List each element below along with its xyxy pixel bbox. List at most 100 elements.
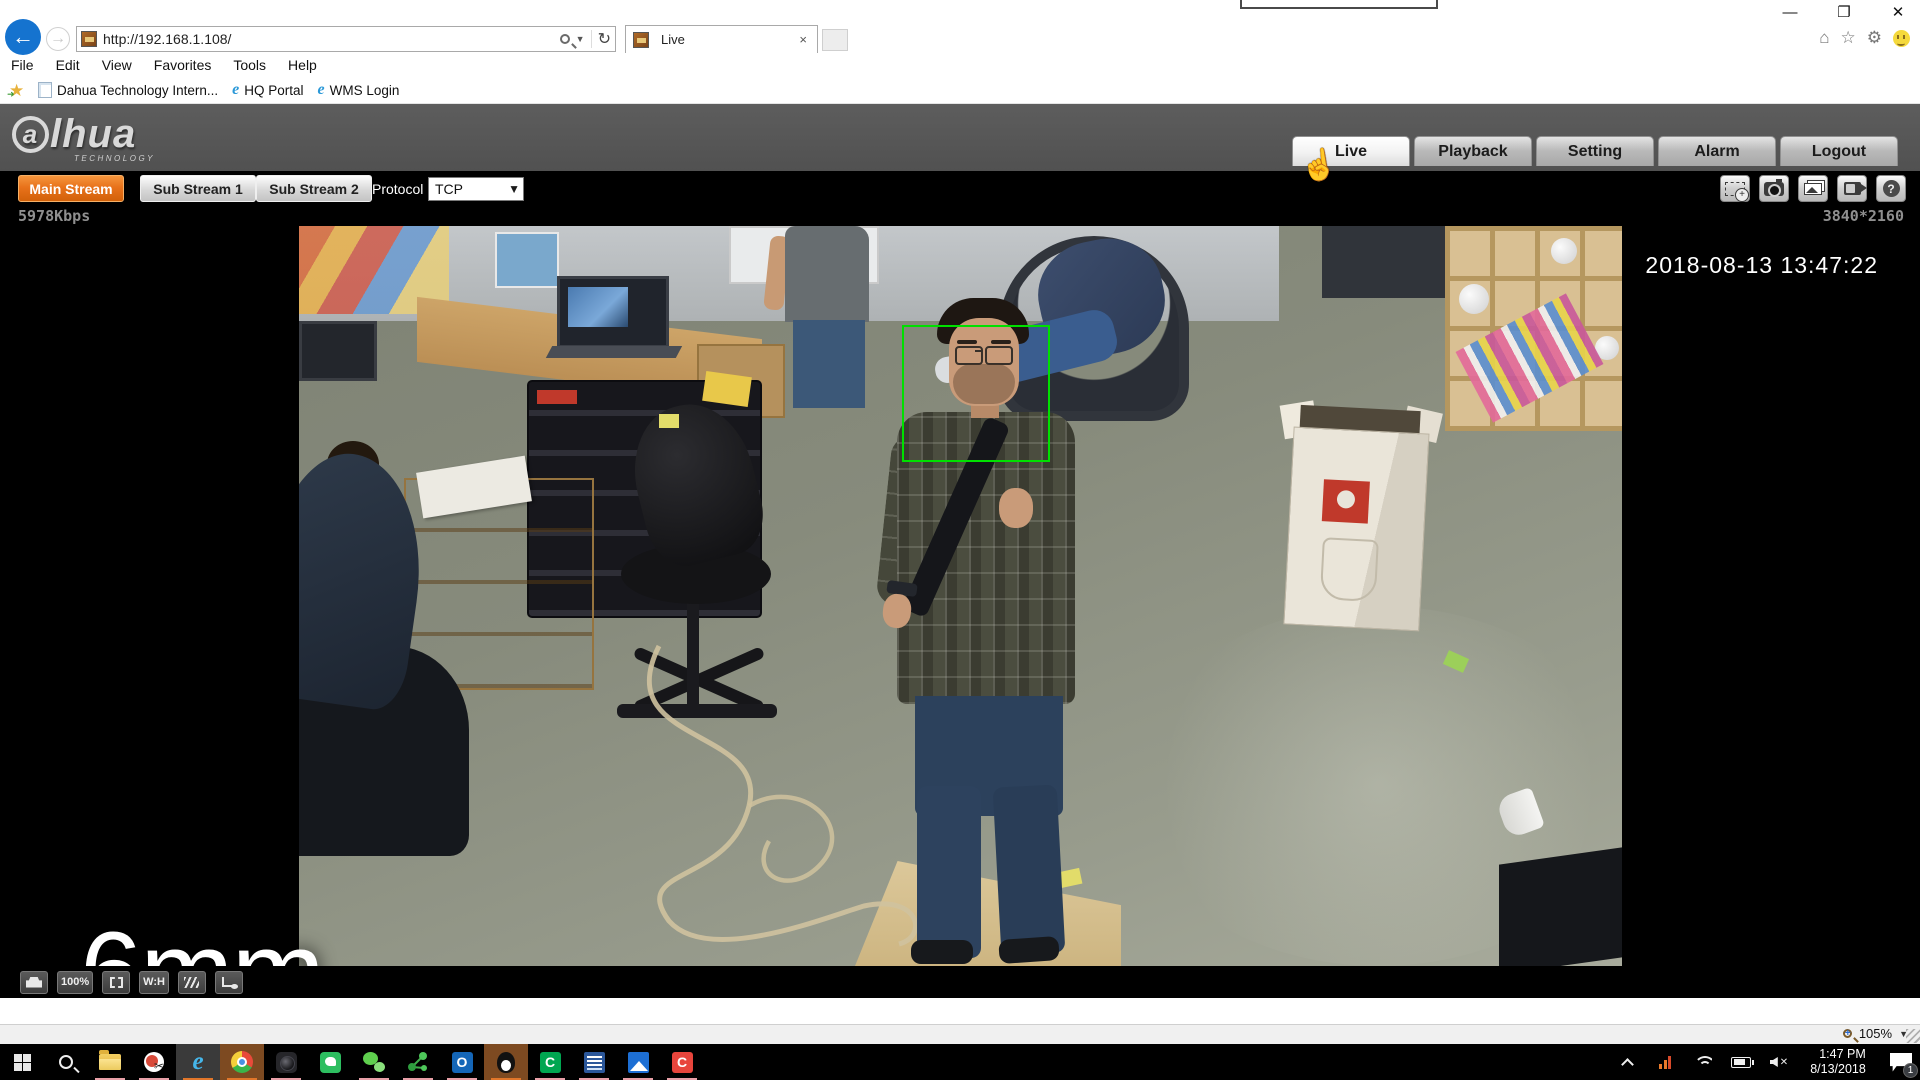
url-text[interactable]: http://192.168.1.108/ <box>103 31 560 47</box>
tab-playback[interactable]: Playback <box>1414 136 1532 166</box>
tab-title: Live <box>661 32 796 47</box>
taskbar-node-app[interactable] <box>396 1044 440 1080</box>
protocol-select[interactable]: TCP ▼ <box>428 177 524 201</box>
taskbar-camera-app[interactable] <box>264 1044 308 1080</box>
wifi-icon <box>1694 1056 1712 1069</box>
region-zoom-button[interactable] <box>1720 175 1750 202</box>
taskbar-snipping-tool[interactable] <box>132 1044 176 1080</box>
menu-tools[interactable]: Tools <box>222 55 277 75</box>
address-bar[interactable]: http://192.168.1.108/ ▼ ↻ <box>76 26 616 52</box>
cardboard-box <box>1283 405 1430 632</box>
taskbar-recorder[interactable]: C <box>660 1044 704 1080</box>
search-dropdown-icon[interactable]: ▼ <box>576 34 585 44</box>
resize-grip[interactable] <box>1906 1029 1920 1043</box>
menu-file[interactable]: File <box>0 55 45 75</box>
tab-logout[interactable]: Logout <box>1780 136 1898 166</box>
protocol-label: Protocol <box>372 181 423 197</box>
chrome-icon <box>231 1051 253 1073</box>
action-center[interactable]: 1 <box>1882 1044 1920 1080</box>
back-button[interactable]: ← <box>5 19 41 55</box>
tray-volume[interactable]: ✕ <box>1760 1044 1798 1080</box>
camera-feed-image <box>299 226 1622 966</box>
taskbar: e O C C ✕ 1:4 <box>0 1044 1920 1080</box>
dahua-logo: alhua <box>12 112 136 157</box>
zoom-control[interactable]: 105% ▼ <box>1843 1026 1908 1041</box>
help-button[interactable]: ? <box>1876 175 1906 202</box>
triple-snapshot-button[interactable] <box>1798 175 1828 202</box>
taskbar-internet-explorer[interactable]: e <box>176 1044 220 1080</box>
favorite-dahua[interactable]: Dahua Technology Intern... <box>34 82 228 98</box>
browser-status-bar: 105% ▼ <box>0 1024 1920 1044</box>
tray-battery[interactable] <box>1722 1044 1760 1080</box>
favorites-bar: ★ Dahua Technology Intern... e HQ Portal… <box>0 77 1920 104</box>
feedback-smiley-icon[interactable] <box>1893 30 1910 47</box>
help-icon: ? <box>1883 180 1900 197</box>
battery-icon <box>1731 1057 1751 1068</box>
aspect-ratio-button[interactable]: W:H <box>139 971 169 994</box>
ie-icon: e <box>318 81 325 99</box>
face-detection-box <box>902 325 1050 462</box>
tray-network[interactable] <box>1684 1044 1722 1080</box>
favorites-star-icon[interactable]: ☆ <box>1841 28 1856 48</box>
browser-navbar: ← → http://192.168.1.108/ ▼ ↻ Live × ⌂ ☆… <box>0 25 1920 53</box>
tab-alarm[interactable]: Alarm <box>1658 136 1776 166</box>
app-header: alhua TECHNOLOGY Live Playback Setting A… <box>0 104 1920 171</box>
internet-explorer-icon: e <box>192 1052 203 1072</box>
tab-setting[interactable]: Setting <box>1536 136 1654 166</box>
sub-stream-2-button[interactable]: Sub Stream 2 <box>256 175 372 202</box>
taskbar-chrome[interactable] <box>220 1044 264 1080</box>
refresh-icon[interactable]: ↻ <box>598 29 611 49</box>
image-adjust-icon <box>26 977 42 988</box>
sub-stream-1-button[interactable]: Sub Stream 1 <box>140 175 256 202</box>
recorder-icon: C <box>672 1052 693 1073</box>
taskbar-document-app[interactable] <box>572 1044 616 1080</box>
zoom-level: 105% <box>1859 1026 1892 1041</box>
tray-clock[interactable]: 1:47 PM 8/13/2018 <box>1798 1044 1882 1080</box>
fluency-icon <box>184 977 199 988</box>
close-button[interactable]: ✕ <box>1884 2 1912 22</box>
new-tab-button[interactable] <box>822 29 848 51</box>
settings-gear-icon[interactable]: ⚙ <box>1867 28 1882 48</box>
menu-favorites[interactable]: Favorites <box>143 55 223 75</box>
image-adjust-button[interactable] <box>20 971 48 994</box>
menu-help[interactable]: Help <box>277 55 328 75</box>
menu-edit[interactable]: Edit <box>45 55 91 75</box>
minimize-button[interactable]: — <box>1776 2 1804 22</box>
taskbar-camtasia[interactable]: C <box>528 1044 572 1080</box>
taskbar-wechat[interactable] <box>352 1044 396 1080</box>
taskbar-photos[interactable] <box>616 1044 660 1080</box>
rules-info-button[interactable] <box>215 971 243 994</box>
taskbar-search[interactable] <box>44 1044 88 1080</box>
full-screen-button[interactable] <box>102 971 130 994</box>
favorites-bar-icon[interactable]: ★ <box>9 82 26 99</box>
favorite-hq-portal[interactable]: e HQ Portal <box>228 81 313 99</box>
node-graph-icon <box>407 1051 429 1073</box>
taskbar-outlook[interactable]: O <box>440 1044 484 1080</box>
home-icon[interactable]: ⌂ <box>1819 28 1829 48</box>
main-stream-button[interactable]: Main Stream <box>18 175 124 202</box>
search-icon[interactable] <box>560 34 570 44</box>
tab-close-icon[interactable]: × <box>796 32 810 47</box>
fluency-button[interactable] <box>178 971 206 994</box>
outlook-icon: O <box>452 1052 473 1073</box>
browser-tab[interactable]: Live × <box>625 25 818 53</box>
background-window-edge <box>1240 0 1438 9</box>
record-button[interactable] <box>1837 175 1867 202</box>
live-video-area[interactable]: 2018-08-13 13:47:22 6mm 4k IPC <box>0 226 1920 966</box>
clock-date: 8/13/2018 <box>1810 1062 1866 1077</box>
favorite-wms-login[interactable]: e WMS Login <box>314 81 410 99</box>
taskbar-evernote[interactable] <box>308 1044 352 1080</box>
rules-info-icon <box>222 977 236 987</box>
menu-view[interactable]: View <box>91 55 143 75</box>
restore-button[interactable]: ❐ <box>1830 2 1858 22</box>
tray-meter[interactable] <box>1646 1044 1684 1080</box>
tray-chevron[interactable] <box>1608 1044 1646 1080</box>
taskbar-file-explorer[interactable] <box>88 1044 132 1080</box>
forward-button[interactable]: → <box>46 27 70 51</box>
taskbar-qq[interactable] <box>484 1044 528 1080</box>
windows-logo-icon <box>14 1054 31 1071</box>
snapshot-button[interactable] <box>1759 175 1789 202</box>
triple-snapshot-icon <box>1804 183 1822 195</box>
original-size-button[interactable]: 100% <box>57 971 93 994</box>
start-button[interactable] <box>0 1044 44 1080</box>
